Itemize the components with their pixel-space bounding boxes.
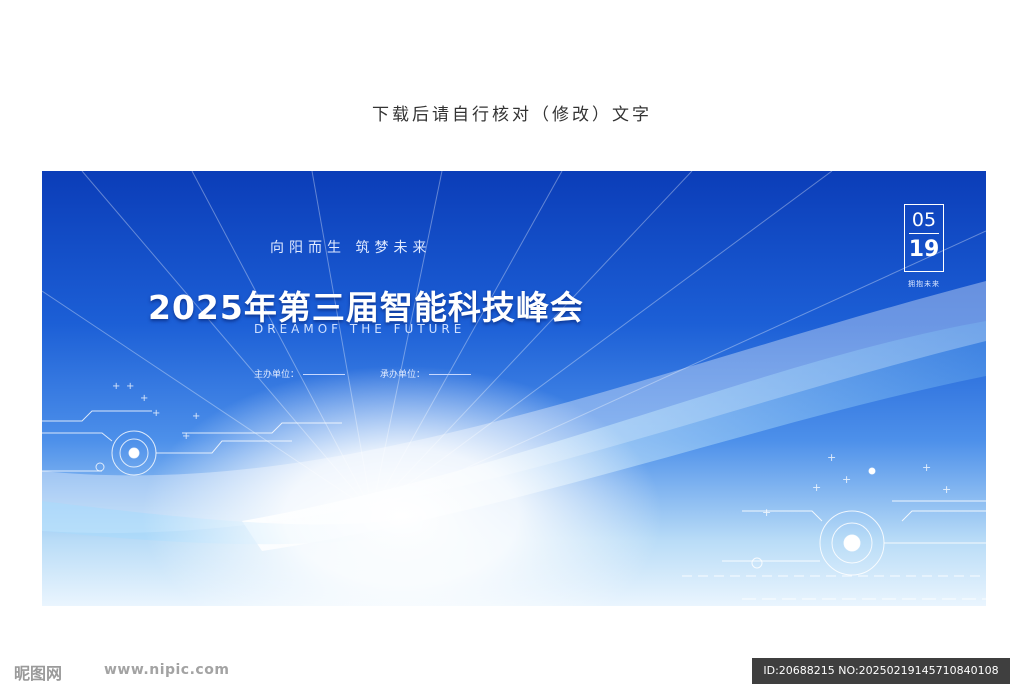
svg-text:+: + <box>140 393 148 404</box>
svg-text:+: + <box>922 461 931 474</box>
date-box: 05 19 <box>904 204 944 272</box>
date-month: 05 <box>911 209 937 231</box>
svg-text:+: + <box>126 381 134 392</box>
host-unit-line <box>303 374 346 375</box>
co-organizer-unit: 承办单位： <box>380 367 472 380</box>
image-id-badge: ID:20688215 NO:20250219145710840108 <box>752 658 1010 684</box>
svg-text:+: + <box>112 381 120 392</box>
site-logo[interactable]: 昵图网 <box>14 660 62 684</box>
svg-text:+: + <box>942 483 951 496</box>
svg-text:+: + <box>762 506 771 519</box>
download-note: 下载后请自行核对（修改）文字 <box>372 105 652 125</box>
svg-text:+: + <box>192 411 200 422</box>
svg-text:+: + <box>827 451 836 464</box>
event-subtitle: DREAMOF THE FUTURE <box>254 322 466 336</box>
date-tagline: 拥抱未来 <box>908 280 940 288</box>
co-organizer-line <box>429 374 472 375</box>
site-url[interactable]: www.nipic.com <box>104 662 229 678</box>
co-organizer-label: 承办单位： <box>380 370 426 380</box>
date-day: 19 <box>908 237 940 262</box>
host-unit-label: 主办单位： <box>254 370 300 380</box>
svg-text:+: + <box>182 431 190 442</box>
slogan: 向阳而生 筑梦未来 <box>270 240 432 256</box>
host-unit: 主办单位： <box>254 367 346 380</box>
svg-text:+: + <box>842 473 851 486</box>
svg-text:+: + <box>152 408 160 419</box>
tech-background-art: + ++ +++ +++ +++ <box>42 171 986 606</box>
banner: + + + + + + + + + + + + 向阳而生 筑梦未来 2025年第三届智能科技峰会… <box>42 171 986 606</box>
svg-text:+: + <box>812 481 821 494</box>
